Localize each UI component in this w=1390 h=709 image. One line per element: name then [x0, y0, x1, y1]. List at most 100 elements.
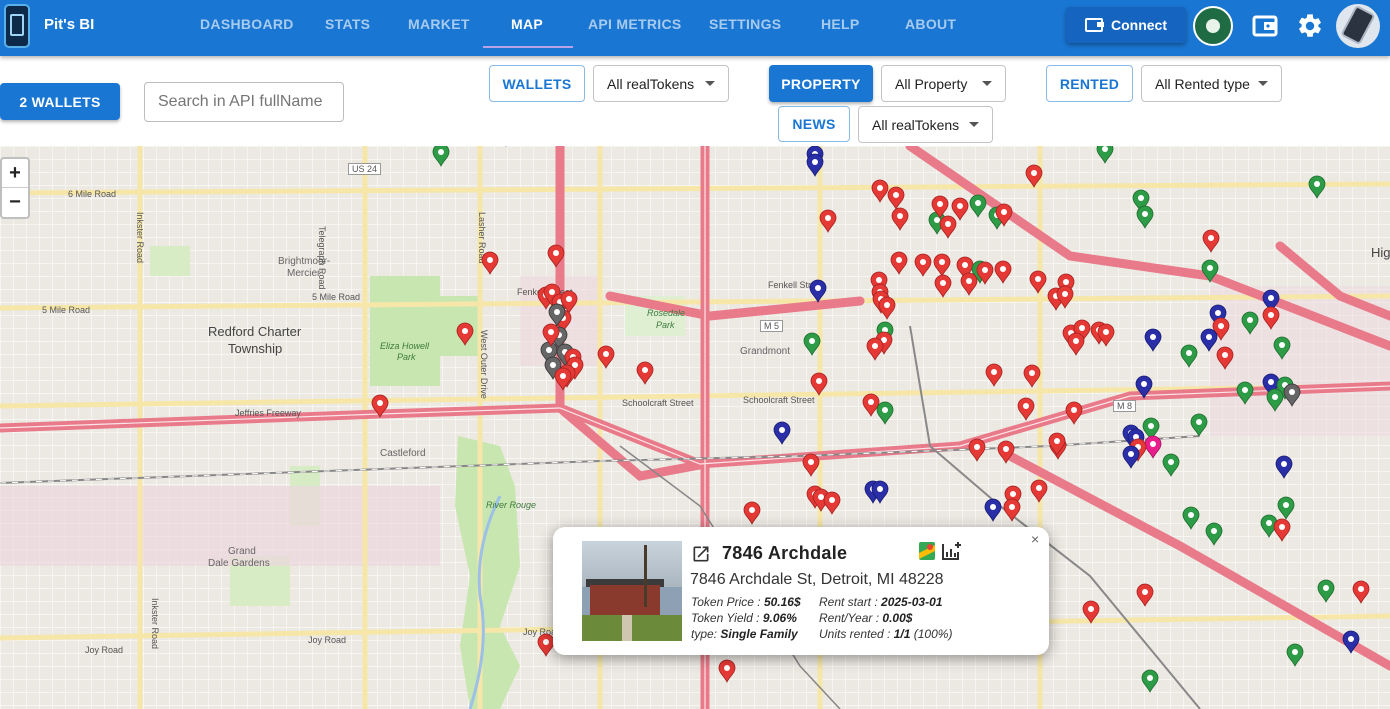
property-marker-icon[interactable] — [960, 272, 978, 296]
property-marker-icon[interactable] — [1352, 580, 1370, 604]
search-input[interactable] — [144, 82, 344, 122]
property-marker-icon[interactable] — [1190, 413, 1208, 437]
property-marker-icon[interactable] — [1283, 383, 1301, 407]
google-maps-icon[interactable] — [918, 541, 936, 561]
property-marker-icon[interactable] — [933, 253, 951, 277]
tab-market[interactable]: MARKET — [408, 16, 470, 32]
property-marker-icon[interactable] — [1065, 401, 1083, 425]
property-marker-icon[interactable] — [862, 393, 880, 417]
property-marker-icon[interactable] — [890, 251, 908, 275]
property-marker-icon[interactable] — [537, 633, 555, 657]
news-select[interactable]: All realTokens — [858, 106, 993, 143]
property-marker-icon[interactable] — [994, 260, 1012, 284]
property-marker-icon[interactable] — [951, 197, 969, 221]
property-marker-icon[interactable] — [554, 367, 572, 391]
property-marker-icon[interactable] — [1136, 205, 1154, 229]
property-marker-icon[interactable] — [819, 209, 837, 233]
property-marker-icon[interactable] — [939, 215, 957, 239]
property-marker-icon[interactable] — [871, 179, 889, 203]
property-marker-icon[interactable] — [481, 251, 499, 275]
property-marker-icon[interactable] — [1023, 364, 1041, 388]
property-marker-icon[interactable] — [1266, 388, 1284, 412]
property-marker-icon[interactable] — [1144, 328, 1162, 352]
tab-api-metrics[interactable]: API METRICS — [588, 16, 682, 32]
connect-button[interactable]: Connect — [1066, 7, 1186, 43]
property-marker-icon[interactable] — [1162, 453, 1180, 477]
tab-help[interactable]: HELP — [821, 16, 860, 32]
property-marker-icon[interactable] — [876, 401, 894, 425]
property-marker-icon[interactable] — [997, 440, 1015, 464]
property-marker-icon[interactable] — [1273, 518, 1291, 542]
property-select[interactable]: All Property — [881, 65, 1006, 102]
property-marker-icon[interactable] — [1236, 381, 1254, 405]
property-marker-icon[interactable] — [1122, 445, 1140, 469]
add-chart-icon[interactable] — [941, 541, 963, 561]
close-icon[interactable]: × — [1031, 531, 1039, 547]
property-marker-icon[interactable] — [968, 438, 986, 462]
rented-filter-button[interactable]: RENTED — [1046, 65, 1133, 102]
app-logo[interactable] — [4, 4, 30, 48]
rmm-badge-icon[interactable] — [1336, 4, 1380, 48]
wallets-count-button[interactable]: 2 WALLETS — [0, 83, 120, 120]
property-marker-icon[interactable] — [866, 337, 884, 361]
gear-icon[interactable] — [1296, 12, 1324, 40]
property-marker-icon[interactable] — [1135, 375, 1153, 399]
property-marker-icon[interactable] — [1286, 643, 1304, 667]
property-marker-icon[interactable] — [887, 186, 905, 210]
property-marker-icon[interactable] — [1201, 259, 1219, 283]
property-marker-icon[interactable] — [1182, 506, 1200, 530]
property-marker-icon[interactable] — [1200, 328, 1218, 352]
property-marker-icon[interactable] — [985, 363, 1003, 387]
property-marker-icon[interactable] — [1205, 522, 1223, 546]
property-marker-icon[interactable] — [1097, 323, 1115, 347]
property-marker-icon[interactable] — [823, 491, 841, 515]
property-photo[interactable] — [582, 541, 682, 641]
zoom-in-button[interactable]: + — [2, 159, 28, 188]
property-marker-icon[interactable] — [1030, 479, 1048, 503]
property-marker-icon[interactable] — [1003, 498, 1021, 522]
wallets-filter-button[interactable]: WALLETS — [489, 65, 585, 102]
property-marker-icon[interactable] — [1082, 600, 1100, 624]
map[interactable]: Redford Charter Township Brightmoor- Mer… — [0, 146, 1390, 709]
property-marker-icon[interactable] — [1144, 435, 1162, 459]
property-marker-icon[interactable] — [1141, 669, 1159, 693]
property-marker-icon[interactable] — [1096, 146, 1114, 164]
property-marker-icon[interactable] — [1317, 579, 1335, 603]
property-marker-icon[interactable] — [1277, 496, 1295, 520]
property-marker-icon[interactable] — [914, 253, 932, 277]
user-avatar[interactable] — [1193, 6, 1233, 46]
property-marker-icon[interactable] — [802, 453, 820, 477]
property-marker-icon[interactable] — [806, 153, 824, 177]
property-marker-icon[interactable] — [934, 274, 952, 298]
property-marker-icon[interactable] — [891, 207, 909, 231]
tab-map[interactable]: MAP — [511, 16, 543, 32]
property-marker-icon[interactable] — [773, 421, 791, 445]
open-external-icon[interactable] — [691, 544, 711, 564]
property-marker-icon[interactable] — [803, 332, 821, 356]
property-marker-icon[interactable] — [1262, 306, 1280, 330]
property-marker-icon[interactable] — [597, 345, 615, 369]
property-marker-icon[interactable] — [1342, 630, 1360, 654]
property-marker-icon[interactable] — [636, 361, 654, 385]
wallet-icon[interactable] — [1251, 12, 1279, 40]
tab-dashboard[interactable]: DASHBOARD — [200, 16, 294, 32]
property-marker-icon[interactable] — [456, 322, 474, 346]
property-marker-icon[interactable] — [969, 194, 987, 218]
property-marker-icon[interactable] — [1308, 175, 1326, 199]
property-marker-icon[interactable] — [1241, 311, 1259, 335]
zoom-out-button[interactable]: − — [2, 188, 28, 217]
property-marker-icon[interactable] — [1180, 344, 1198, 368]
tab-settings[interactable]: SETTINGS — [709, 16, 781, 32]
property-marker-icon[interactable] — [810, 372, 828, 396]
property-marker-icon[interactable] — [878, 296, 896, 320]
property-marker-icon[interactable] — [1067, 332, 1085, 356]
property-marker-icon[interactable] — [1029, 270, 1047, 294]
property-filter-button[interactable]: PROPERTY — [769, 65, 873, 102]
property-marker-icon[interactable] — [1275, 455, 1293, 479]
tab-about[interactable]: ABOUT — [905, 16, 956, 32]
property-marker-icon[interactable] — [1025, 164, 1043, 188]
property-marker-icon[interactable] — [1273, 336, 1291, 360]
property-marker-icon[interactable] — [371, 394, 389, 418]
property-marker-icon[interactable] — [432, 146, 450, 167]
news-filter-button[interactable]: NEWS — [778, 106, 850, 142]
